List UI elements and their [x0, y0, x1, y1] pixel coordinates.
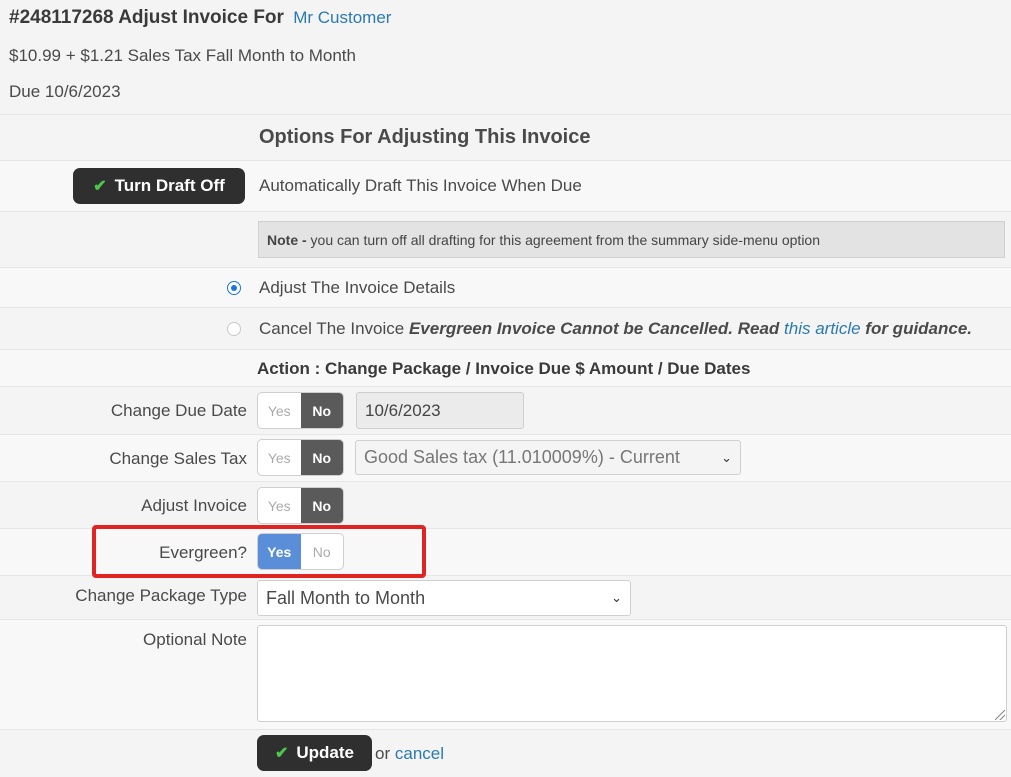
- yes-option[interactable]: Yes: [258, 393, 301, 428]
- package-type-select[interactable]: Fall Month to Month ⌄: [257, 580, 631, 616]
- yes-option[interactable]: Yes: [258, 440, 301, 475]
- draft-row: ✔ Turn Draft Off Automatically Draft Thi…: [0, 160, 1011, 211]
- no-option[interactable]: No: [300, 440, 343, 475]
- turn-draft-off-button[interactable]: ✔ Turn Draft Off: [73, 168, 245, 204]
- change-package-type-label: Change Package Type: [75, 586, 247, 605]
- cancel-radio-label: Cancel The Invoice Evergreen Invoice Can…: [259, 319, 973, 338]
- page-title: #248117268 Adjust Invoice For Mr Custome…: [9, 7, 391, 29]
- optional-note-textarea[interactable]: [257, 625, 1007, 722]
- action-title-row: Action : Change Package / Invoice Due $ …: [0, 349, 1011, 386]
- drafting-note: Note - you can turn off all drafting for…: [258, 221, 1005, 258]
- due-date-input[interactable]: 10/6/2023: [356, 392, 524, 429]
- change-package-type-row: Change Package Type Fall Month to Month …: [0, 575, 1011, 619]
- options-header-row: Options For Adjusting This Invoice: [0, 114, 1011, 160]
- update-button[interactable]: ✔ Update: [257, 735, 372, 771]
- radio-adjust-row: Adjust The Invoice Details: [0, 267, 1011, 307]
- adjust-radio-label[interactable]: Adjust The Invoice Details: [259, 278, 455, 298]
- evergreen-row: Evergreen? Yes No: [0, 528, 1011, 575]
- cancel-link[interactable]: cancel: [395, 744, 444, 763]
- adjust-invoice-toggle[interactable]: Yes No: [257, 487, 344, 524]
- change-due-date-label: Change Due Date: [110, 401, 247, 420]
- update-row: ✔ Update or cancel: [0, 729, 1011, 777]
- optional-note-label: Optional Note: [143, 630, 247, 649]
- adjust-invoice-label: Adjust Invoice: [141, 496, 247, 515]
- chevron-down-icon: ⌄: [721, 449, 732, 465]
- action-title: Action : Change Package / Invoice Due $ …: [257, 359, 751, 378]
- sales-tax-select[interactable]: Good Sales tax (11.010009%) - Current ⌄: [355, 440, 741, 475]
- invoice-due-date: Due 10/6/2023: [9, 82, 121, 101]
- evergreen-label: Evergreen?: [159, 543, 247, 562]
- change-due-date-toggle[interactable]: Yes No: [257, 392, 344, 429]
- guidance-article-link[interactable]: this article: [784, 319, 861, 338]
- evergreen-toggle[interactable]: Yes No: [257, 533, 344, 570]
- change-due-date-row: Change Due Date Yes No 10/6/2023: [0, 386, 1011, 434]
- adjust-radio[interactable]: [227, 281, 241, 295]
- adjust-invoice-row: Adjust Invoice Yes No: [0, 481, 1011, 528]
- cancel-radio[interactable]: [227, 322, 241, 336]
- check-icon: ✔: [274, 745, 289, 762]
- change-sales-tax-label: Change Sales Tax: [109, 449, 247, 468]
- yes-option[interactable]: Yes: [258, 488, 301, 523]
- evergreen-warning: Evergreen Invoice Cannot be Cancelled. R…: [408, 319, 780, 338]
- change-sales-tax-row: Change Sales Tax Yes No Good Sales tax (…: [0, 434, 1011, 481]
- no-option[interactable]: No: [301, 534, 344, 569]
- change-sales-tax-toggle[interactable]: Yes No: [257, 439, 344, 476]
- invoice-summary: $10.99 + $1.21 Sales Tax Fall Month to M…: [9, 46, 356, 65]
- yes-option[interactable]: Yes: [258, 534, 301, 569]
- or-text: or cancel: [375, 744, 444, 763]
- draft-description: Automatically Draft This Invoice When Du…: [259, 176, 582, 195]
- resize-grip-icon[interactable]: [995, 710, 1005, 720]
- no-option[interactable]: No: [300, 393, 343, 428]
- chevron-down-icon: ⌄: [611, 590, 622, 605]
- radio-cancel-row: Cancel The Invoice Evergreen Invoice Can…: [0, 307, 1011, 349]
- customer-link[interactable]: Mr Customer: [293, 8, 391, 27]
- no-option[interactable]: No: [300, 488, 343, 523]
- options-section-title: Options For Adjusting This Invoice: [259, 126, 591, 148]
- check-icon: ✔: [93, 178, 107, 195]
- invoice-title: #248117268 Adjust Invoice For: [9, 7, 284, 28]
